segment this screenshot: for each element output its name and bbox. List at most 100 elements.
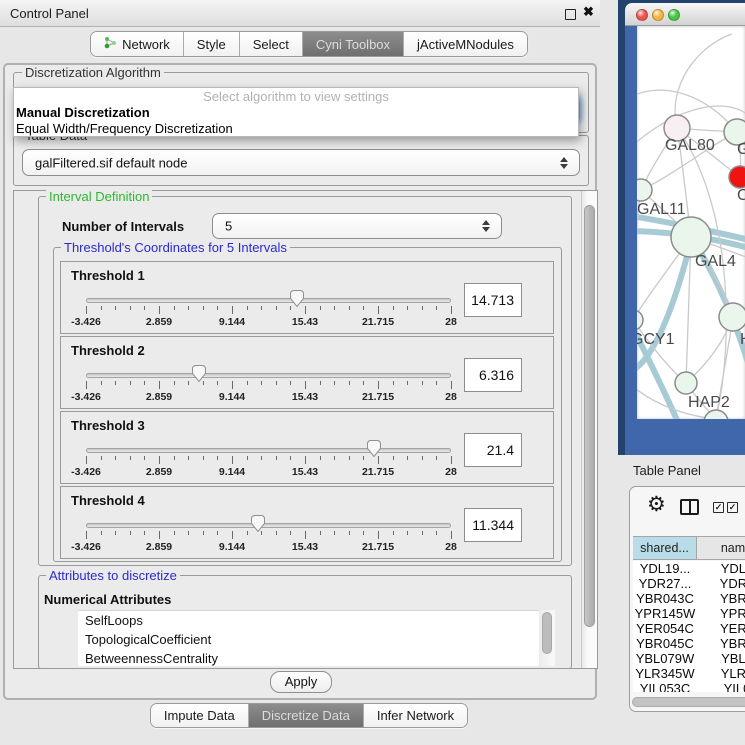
node-label: HAP2 — [688, 394, 730, 411]
table-panel: Table Panel ⚙ ✓ ✓ shared...name YDL19...… — [600, 455, 745, 745]
slider-tick-labels: -3.4262.8599.14415.4321.71528 — [86, 391, 451, 404]
table-cell[interactable]: YDL1 — [697, 561, 745, 576]
checkbox-icon[interactable]: ✓ — [713, 502, 724, 513]
network-node-c[interactable] — [729, 166, 745, 188]
threshold-stack: Threshold 1 -3.4262.8599.14415.4321.7152… — [60, 261, 554, 561]
table-row[interactable]: YBR045CYBR0 — [633, 636, 745, 651]
table-cell[interactable]: YPR145W — [633, 606, 697, 621]
table-row[interactable]: YPR145WYPR1 — [633, 606, 745, 621]
table-cell[interactable]: YDL19... — [633, 561, 697, 576]
threshold-slider-track[interactable] — [86, 523, 451, 528]
threshold-slider-track[interactable] — [86, 298, 451, 303]
tab-style[interactable]: Style — [183, 32, 239, 56]
table-cell[interactable]: YDR27... — [633, 576, 697, 591]
close-icon[interactable]: ✖ — [583, 4, 594, 20]
tab-label: Infer Network — [377, 708, 454, 723]
table-cell[interactable]: YBR045C — [633, 636, 697, 651]
slider-ticks — [86, 380, 451, 390]
table-row[interactable]: YDR27...YDR2 — [633, 576, 745, 591]
table-row[interactable]: YLR345WYLR3 — [633, 666, 745, 681]
algorithm-dropdown-popup: Select algorithm to view settings Manual… — [13, 87, 579, 137]
table-body: YDL19...YDL1YDR27...YDR2YBR043CYBR0YPR14… — [633, 561, 745, 692]
mac-zoom-icon[interactable] — [668, 9, 680, 21]
slider-ticks — [86, 530, 451, 540]
attribute-list-item[interactable]: TopologicalCoefficient — [78, 630, 555, 649]
table-cell[interactable]: YBL0 — [697, 651, 745, 666]
table-cell[interactable]: YIL053C — [633, 681, 697, 692]
algorithm-popup-hint: Select algorithm to view settings — [14, 88, 578, 105]
threshold-value-field[interactable]: 14.713 — [464, 283, 522, 317]
network-node-hap2[interactable] — [675, 372, 697, 394]
threshold-label: Threshold 4 — [71, 493, 145, 508]
tab-cyni-toolbox[interactable]: Cyni Toolbox — [302, 32, 403, 56]
table-header-row: shared...name — [633, 536, 745, 560]
slider-ticks — [86, 455, 451, 465]
table-row[interactable]: YDL19...YDL1 — [633, 561, 745, 576]
table-cell[interactable]: YBR0 — [697, 591, 745, 606]
control-panel: Control Panel ✖ NetworkStyleSelectCyni T… — [0, 0, 620, 745]
tab-infer-network[interactable]: Infer Network — [363, 704, 467, 727]
table-row[interactable]: YER054CYER0 — [633, 621, 745, 636]
attributes-scrollbar-thumb[interactable] — [542, 612, 552, 654]
checkbox-icon[interactable]: ✓ — [727, 502, 738, 513]
table-cell[interactable]: YLR3 — [697, 666, 745, 681]
network-node-h[interactable] — [719, 303, 745, 331]
tab-impute-data[interactable]: Impute Data — [151, 704, 248, 727]
tab-label: Cyni Toolbox — [316, 37, 390, 52]
node-label: C — [737, 187, 745, 204]
algorithm-option-manual[interactable]: Manual Discretization — [14, 105, 578, 121]
tab-jactivemnodules[interactable]: jActiveMNodules — [403, 32, 527, 56]
network-node-gal4[interactable] — [671, 217, 711, 257]
mac-minimize-icon[interactable] — [652, 9, 664, 21]
threshold-value-field[interactable]: 21.4 — [464, 433, 522, 467]
table-cell[interactable]: YER0 — [697, 621, 745, 636]
table-data-combo[interactable]: galFiltered.sif default node — [22, 149, 580, 176]
table-cell[interactable]: YLR345W — [633, 666, 697, 681]
table-row[interactable]: YIL053CYIL0 — [633, 681, 745, 692]
network-canvas[interactable]: GAL80GALCGAL11GAL4GCY1HHAP2 — [637, 26, 745, 419]
table-column-header[interactable]: shared... — [633, 537, 697, 559]
threshold-value-field[interactable]: 11.344 — [464, 508, 522, 542]
number-of-intervals-value: 5 — [225, 219, 232, 234]
attribute-list-item[interactable]: BetweennessCentrality — [78, 649, 555, 666]
number-of-intervals-combo[interactable]: 5 — [212, 213, 502, 239]
table-column-header[interactable]: name — [697, 537, 745, 559]
tab-network[interactable]: Network — [91, 32, 183, 56]
table-panel-box: ⚙ ✓ ✓ shared...name YDL19...YDL1YDR27...… — [629, 486, 745, 712]
apply-button[interactable]: Apply — [270, 671, 332, 693]
table-row[interactable]: YBL079WYBL0 — [633, 651, 745, 666]
number-of-intervals-label: Number of Intervals — [62, 219, 184, 234]
algorithm-option-equal-width[interactable]: Equal Width/Frequency Discretization — [14, 121, 578, 137]
table-row[interactable]: YBR043CYBR0 — [633, 591, 745, 606]
threshold-box: Threshold 3 -3.4262.8599.14415.4321.7152… — [60, 411, 554, 484]
table-data-combo-value: galFiltered.sif default node — [35, 155, 187, 170]
horizontal-scrollbar-thumb[interactable] — [632, 697, 745, 707]
table-cell[interactable]: YBR043C — [633, 591, 697, 606]
vertical-scrollbar-thumb[interactable] — [584, 205, 595, 627]
interval-definition-title: Interval Definition — [46, 189, 152, 204]
network-node-gcy1[interactable] — [637, 310, 643, 330]
threshold-slider-track[interactable] — [86, 373, 451, 378]
threshold-value-field[interactable]: 6.316 — [464, 358, 522, 392]
network-node[interactable] — [704, 410, 728, 419]
gear-icon[interactable]: ⚙ — [647, 493, 666, 517]
table-cell[interactable]: YIL0 — [697, 681, 745, 692]
mac-close-icon[interactable] — [636, 9, 648, 21]
tab-select[interactable]: Select — [239, 32, 302, 56]
slider-ticks — [86, 305, 451, 315]
table-cell[interactable]: YBL079W — [633, 651, 697, 666]
attribute-list-item[interactable]: SelfLoops — [78, 611, 555, 630]
network-window-titlebar — [625, 3, 745, 26]
network-node-gal11[interactable] — [637, 179, 652, 201]
table-cell[interactable]: YER054C — [633, 621, 697, 636]
float-window-icon[interactable] — [565, 9, 576, 20]
split-view-icon[interactable] — [680, 499, 699, 515]
tab-discretize-data[interactable]: Discretize Data — [248, 704, 363, 727]
table-cell[interactable]: YBR0 — [697, 636, 745, 651]
threshold-slider-track[interactable] — [86, 448, 451, 453]
network-window-frame: GAL80GALCGAL11GAL4GCY1HHAP2 — [625, 3, 745, 455]
top-tab-group: NetworkStyleSelect Cyni Toolbox jActiveMNo… — [90, 31, 528, 57]
table-cell[interactable]: YPR1 — [697, 606, 745, 621]
table-cell[interactable]: YDR2 — [697, 576, 745, 591]
top-tab-bar: NetworkStyleSelect Cyni Toolbox jActiveMNo… — [0, 31, 618, 57]
